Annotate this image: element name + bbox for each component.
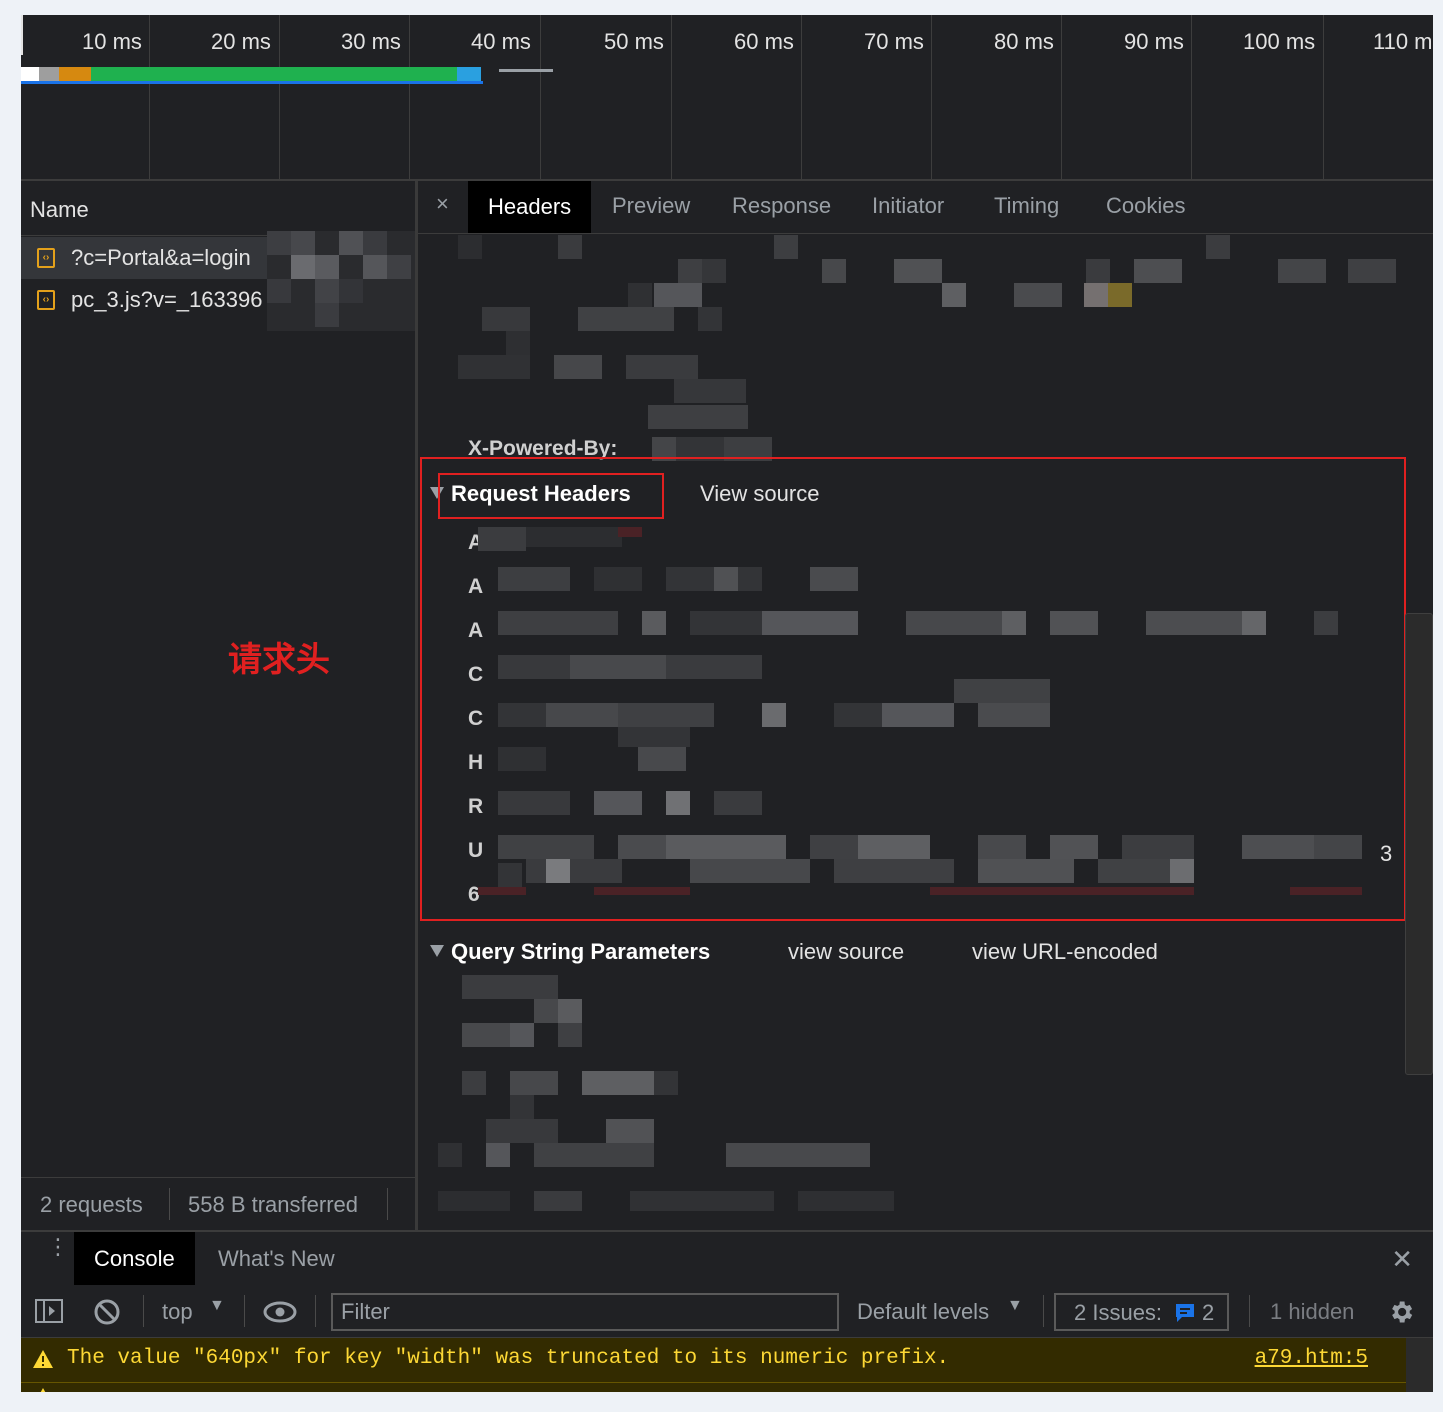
divider [315, 1295, 316, 1327]
issues-button[interactable]: 2 Issues: 2 [1054, 1293, 1229, 1331]
request-name: ?c=Portal&a=login [71, 245, 251, 270]
divider [143, 1295, 144, 1327]
tick-label: 60 ms [734, 29, 794, 54]
network-status-bar: 2 requests 558 B transferred [21, 1177, 415, 1230]
tick-line [1323, 15, 1324, 179]
query-params-title[interactable]: Query String Parameters [451, 939, 710, 965]
tick-label: 100 ms [1243, 29, 1316, 54]
redacted-query-params [438, 975, 894, 1211]
issues-count: 2 [1202, 1300, 1215, 1325]
waterfall-ssl-segment [59, 67, 91, 81]
tick-label: 50 ms [604, 29, 664, 54]
timeline-start-marker [21, 15, 23, 55]
message-icon [1176, 1304, 1194, 1322]
hidden-count: 1 hidden [1270, 1299, 1355, 1324]
console-scrollbar[interactable] [1406, 1338, 1433, 1392]
warning-text: The value "640px" for key "width" was tr… [67, 1347, 950, 1370]
context-selector[interactable]: top [162, 1299, 193, 1325]
tick-label: 70 ms [864, 29, 924, 54]
tick-label: 40 ms [471, 29, 531, 54]
issues-label: 2 Issues: [1074, 1300, 1163, 1325]
divider [387, 1188, 388, 1220]
console-toolbar: top ▼ Default levels ▼ 2 Issues: 2 1 hid… [21, 1285, 1433, 1338]
tick-line [1191, 15, 1192, 179]
tab-cookies[interactable]: Cookies [1106, 193, 1185, 219]
tick-label: 80 ms [994, 29, 1054, 54]
filter-field[interactable] [331, 1293, 839, 1331]
sidebar-toggle-icon[interactable] [35, 1299, 63, 1323]
detail-scrollbar[interactable] [1405, 613, 1433, 1075]
tick-line [279, 15, 280, 179]
chevron-down-icon[interactable]: ▼ [209, 1297, 225, 1315]
tick-label: 90 ms [1124, 29, 1184, 54]
request-list-panel: Name ‹› ?c=Portal&a=login ‹› pc_3.js?v=_… [21, 181, 418, 1230]
gear-icon[interactable] [1387, 1298, 1415, 1326]
name-column-label: Name [30, 197, 89, 222]
warning-icon [40, 1388, 46, 1392]
devtools-network-panel: 10 ms 20 ms 30 ms 40 ms 50 ms 60 ms 70 m… [21, 15, 1433, 1392]
tab-whats-new[interactable]: What's New [218, 1232, 335, 1286]
close-drawer-icon[interactable]: ✕ [1391, 1244, 1413, 1275]
tab-headers[interactable]: Headers [468, 181, 592, 233]
title-highlight-box [438, 473, 664, 519]
divider [1249, 1295, 1250, 1327]
tick-line [409, 15, 410, 179]
script-icon: ‹› [37, 290, 55, 310]
tick-line [1061, 15, 1062, 179]
redacted-response-headers [458, 235, 1408, 445]
tick-label: 10 ms [82, 29, 142, 54]
eye-icon[interactable] [263, 1301, 297, 1323]
close-icon[interactable]: × [436, 191, 449, 217]
console-warning-message[interactable]: The value "640px" for key "width" was tr… [21, 1338, 1406, 1383]
divider [1043, 1295, 1044, 1327]
tab-response[interactable]: Response [732, 193, 831, 219]
clear-console-icon[interactable] [94, 1299, 120, 1325]
request-headers-annotation: 请求头 [228, 640, 330, 680]
waterfall-waiting-segment [91, 67, 457, 81]
request-name: pc_3.js?v=_163396 [71, 287, 263, 312]
tick-line [671, 15, 672, 179]
console-warning-message [21, 1383, 1406, 1392]
log-levels-dropdown[interactable]: Default levels [857, 1299, 989, 1325]
tick-label: 110 ms [1373, 29, 1433, 54]
view-source-link[interactable]: View source [700, 481, 819, 507]
waterfall-queue-segment [21, 67, 39, 81]
tab-console[interactable]: Console [74, 1232, 195, 1286]
transferred-size: 558 B transferred [188, 1192, 358, 1217]
tick-line [931, 15, 932, 179]
warning-icon [33, 1350, 53, 1368]
waterfall-download-segment [457, 67, 481, 81]
view-url-encoded-link[interactable]: view URL-encoded [972, 939, 1158, 965]
waterfall-stalled-segment [39, 67, 59, 81]
name-column-header[interactable]: Name [21, 181, 415, 236]
divider [169, 1188, 170, 1220]
tick-line [801, 15, 802, 179]
network-timeline[interactable]: 10 ms 20 ms 30 ms 40 ms 50 ms 60 ms 70 m… [21, 15, 1433, 181]
header-trailing-digit: 3 [1380, 841, 1393, 866]
request-detail-panel: × Headers Preview Response Initiator Tim… [418, 181, 1433, 1230]
tick-line [540, 15, 541, 179]
tab-timing[interactable]: Timing [994, 193, 1059, 219]
filter-input[interactable] [333, 1295, 837, 1329]
waterfall-second-request [499, 69, 553, 72]
chevron-down-icon[interactable]: ▼ [1007, 1297, 1023, 1315]
tick-line [149, 15, 150, 179]
detail-tabbar: × Headers Preview Response Initiator Tim… [418, 181, 1433, 234]
redacted-request-headers [478, 527, 1362, 895]
divider [244, 1295, 245, 1327]
redacted-block [267, 231, 415, 331]
tick-label: 20 ms [211, 29, 271, 54]
tab-preview[interactable]: Preview [612, 193, 690, 219]
document-icon: ‹› [37, 248, 55, 268]
source-link[interactable]: a79.htm:5 [1255, 1347, 1368, 1370]
request-count: 2 requests [40, 1192, 143, 1217]
tab-initiator[interactable]: Initiator [872, 193, 944, 219]
collapse-triangle-icon[interactable] [430, 945, 444, 957]
drawer-tabbar: ⋮ Console What's New ✕ [21, 1230, 1433, 1287]
view-source-link[interactable]: view source [788, 939, 904, 965]
waterfall-underline [21, 81, 483, 84]
more-options-icon[interactable]: ⋮ [47, 1236, 69, 1258]
tick-label: 30 ms [341, 29, 401, 54]
